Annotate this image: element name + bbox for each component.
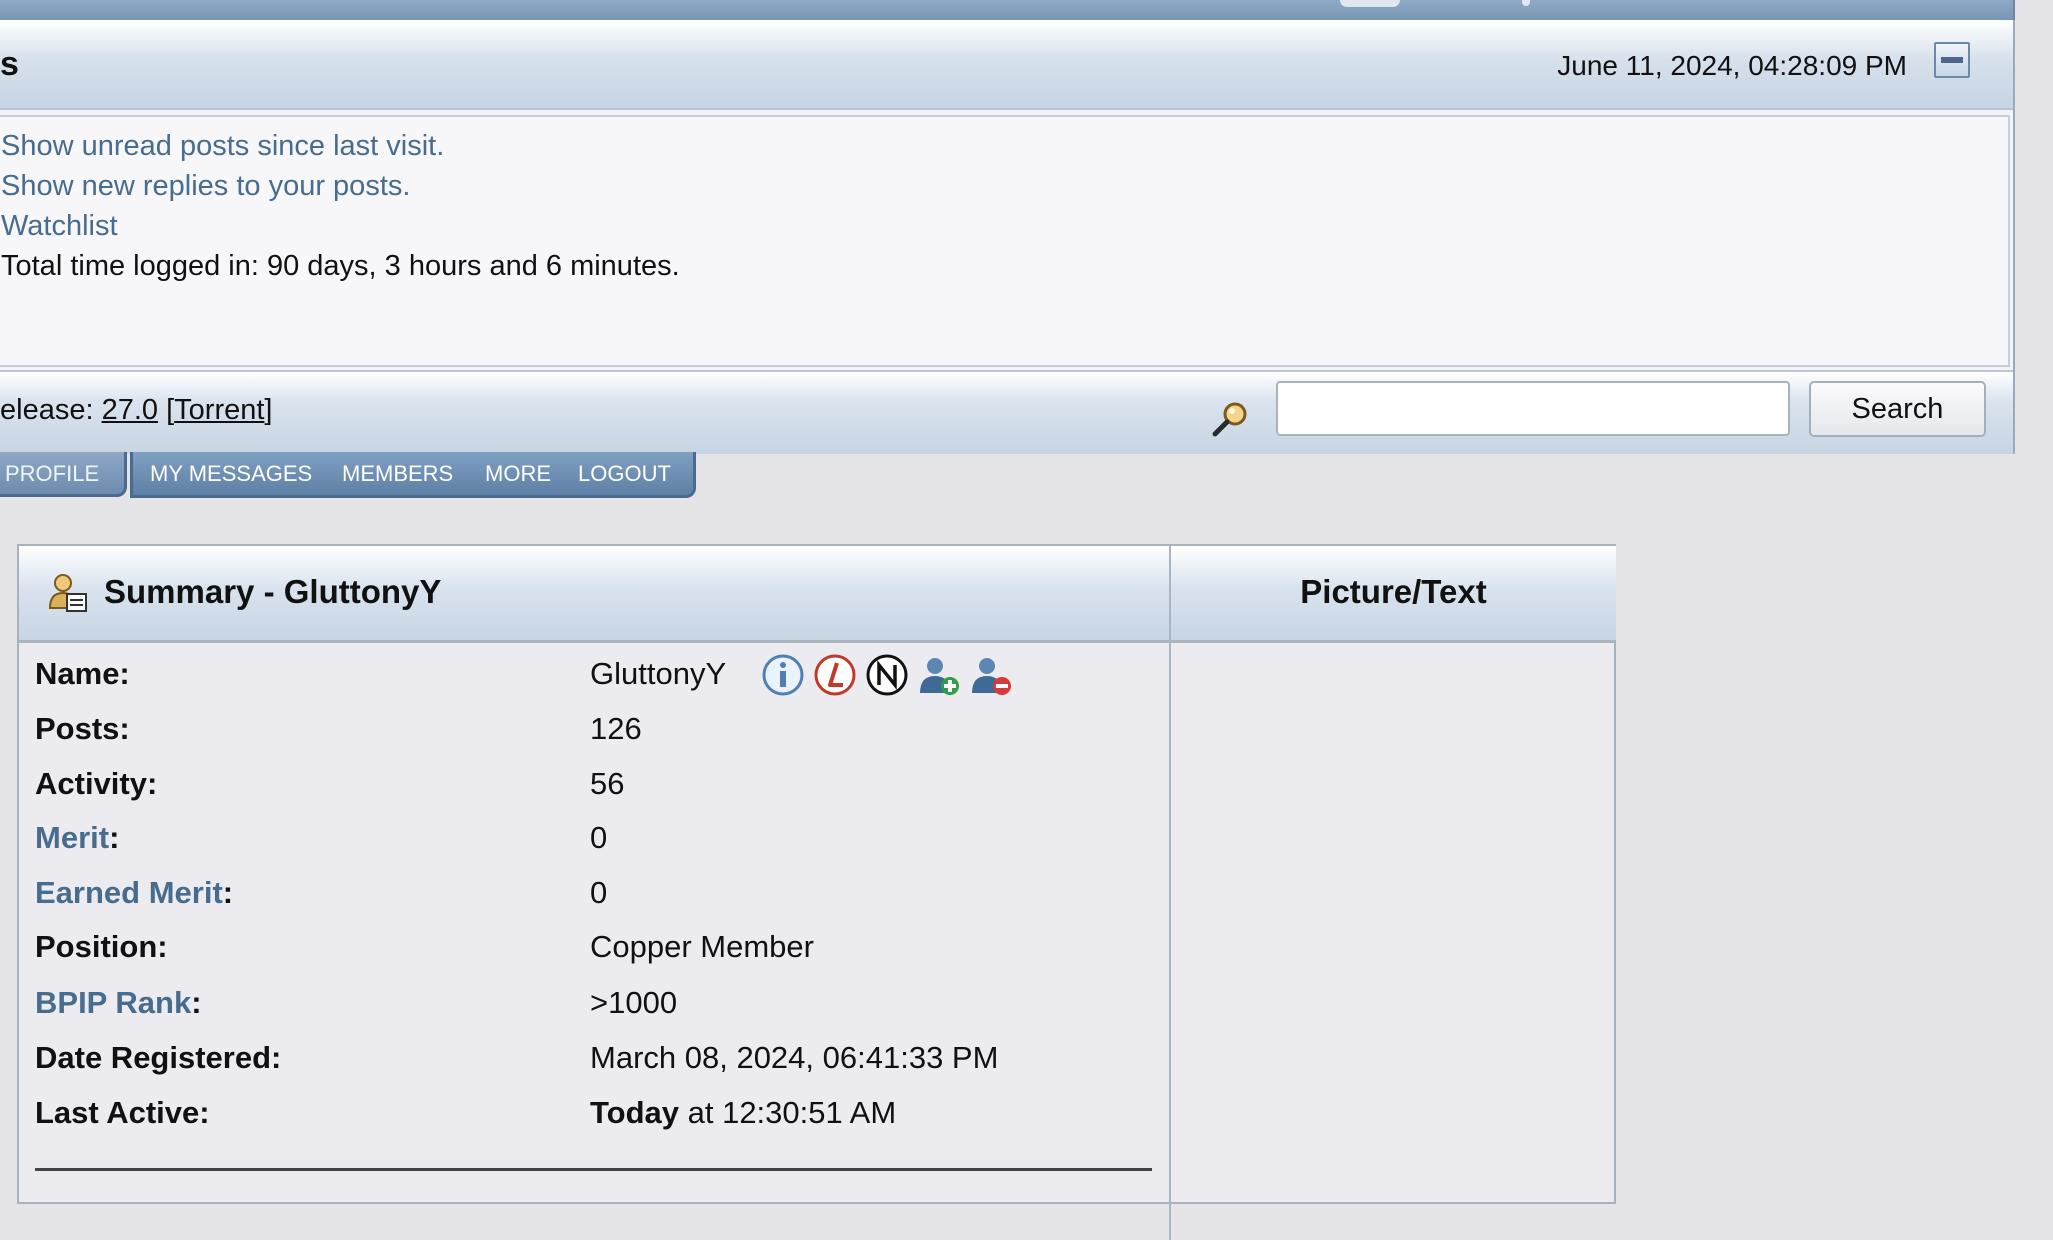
show-new-replies-link[interactable]: Show new replies to your posts.	[1, 166, 410, 206]
watchlist-link[interactable]: Watchlist	[1, 206, 118, 246]
info-icon[interactable]	[761, 653, 805, 697]
field-date-registered: Date Registered: March 08, 2024, 06:41:3…	[35, 1040, 1135, 1095]
loyce-l-icon[interactable]	[813, 653, 857, 697]
earned-merit-link[interactable]: Earned Merit	[35, 875, 223, 910]
forum-title: s	[0, 45, 19, 83]
collapse-icon[interactable]	[1934, 42, 1970, 78]
tab-members[interactable]: MEMBERS	[342, 452, 453, 496]
ninjastic-n-icon[interactable]	[865, 653, 909, 697]
posts-value: 126	[590, 711, 642, 746]
merit-link[interactable]: Merit	[35, 820, 109, 855]
name-value: GluttonyY	[590, 656, 727, 691]
menu-tab-group: MY MESSAGES MEMBERS MORE LOGOUT	[130, 452, 696, 498]
forum-title-bar: s June 11, 2024, 04:28:09 PM	[0, 20, 2013, 110]
field-merit: Merit: 0	[35, 820, 1135, 875]
last-active-today: Today	[590, 1095, 679, 1130]
earned-merit-label: Earned Merit:	[35, 875, 233, 911]
current-datetime: June 11, 2024, 04:28:09 PM	[1557, 50, 1907, 81]
summary-bottom-rule	[35, 1168, 1152, 1171]
ignore-user-icon[interactable]	[969, 653, 1013, 697]
last-active-label: Last Active:	[35, 1095, 210, 1130]
posts-label: Posts:	[35, 711, 130, 746]
last-active-time: at 12:30:51 AM	[679, 1095, 897, 1130]
picture-text-title: Picture/Text	[1300, 573, 1487, 610]
forum-header-box: s June 11, 2024, 04:28:09 PM Show unread…	[0, 20, 2015, 454]
bpip-rank-label: BPIP Rank:	[35, 985, 202, 1021]
merit-label: Merit:	[35, 820, 119, 856]
release-version-link[interactable]: 27.0	[102, 394, 158, 426]
profile-summary-table: Summary - GluttonyY Picture/Text Name: G…	[17, 544, 1616, 1240]
banner-decoration	[1522, 0, 1530, 6]
tab-more[interactable]: MORE	[485, 452, 551, 496]
activity-value: 56	[590, 766, 625, 801]
name-action-icons	[761, 653, 1013, 697]
tab-logout[interactable]: LOGOUT	[578, 452, 671, 496]
summary-title: Summary - GluttonyY	[104, 573, 442, 610]
banner-decoration	[1340, 0, 1400, 7]
release-prefix: elease:	[0, 394, 102, 426]
torrent-link[interactable]: Torrent	[174, 394, 264, 426]
summary-header: Summary - GluttonyY	[19, 546, 1171, 643]
user-links-panel: Show unread posts since last visit. Show…	[0, 115, 2010, 367]
field-activity: Activity: 56	[35, 766, 1135, 821]
merit-label-suffix: :	[109, 820, 120, 855]
field-position: Position: Copper Member	[35, 929, 1135, 984]
date-registered-value: March 08, 2024, 06:41:33 PM	[590, 1040, 999, 1075]
tab-profile[interactable]: PROFILE	[0, 452, 127, 497]
tab-my-messages[interactable]: MY MESSAGES	[150, 452, 312, 496]
field-posts: Posts: 126	[35, 711, 1135, 766]
name-label: Name:	[35, 656, 130, 691]
earned-merit-label-suffix: :	[222, 875, 234, 910]
bpip-rank-value: >1000	[590, 985, 678, 1020]
release-info: elease: 27.0 [Torrent]	[0, 394, 273, 426]
user-summary-icon	[48, 574, 87, 612]
total-time-logged: Total time logged in: 90 days, 3 hours a…	[1, 250, 680, 282]
top-banner-strip	[0, 0, 2015, 21]
earned-merit-value: 0	[590, 875, 608, 910]
picture-text-header: Picture/Text	[1171, 546, 1616, 643]
add-buddy-icon[interactable]	[917, 653, 961, 697]
field-last-active: Last Active: Today at 12:30:51 AM	[35, 1095, 1135, 1150]
field-name: Name: GluttonyY	[35, 653, 1135, 711]
position-label: Position:	[35, 929, 168, 964]
bpip-rank-link[interactable]: BPIP Rank	[35, 985, 191, 1020]
show-unread-posts-link[interactable]: Show unread posts since last visit.	[1, 126, 444, 166]
field-bpip-rank: BPIP Rank: >1000	[35, 985, 1135, 1040]
bpip-rank-label-suffix: :	[191, 985, 202, 1020]
last-active-value: Today at 12:30:51 AM	[590, 1095, 896, 1131]
position-value: Copper Member	[590, 929, 814, 964]
search-input[interactable]	[1276, 381, 1790, 436]
merit-value: 0	[590, 820, 608, 855]
field-earned-merit: Earned Merit: 0	[35, 875, 1135, 930]
date-registered-label: Date Registered:	[35, 1040, 282, 1075]
column-divider	[1169, 640, 1171, 1240]
search-bar: elease: 27.0 [Torrent] Search	[0, 370, 2013, 454]
activity-label: Activity:	[35, 766, 158, 801]
magnifier-icon	[1212, 402, 1247, 437]
search-button[interactable]: Search	[1809, 381, 1986, 437]
